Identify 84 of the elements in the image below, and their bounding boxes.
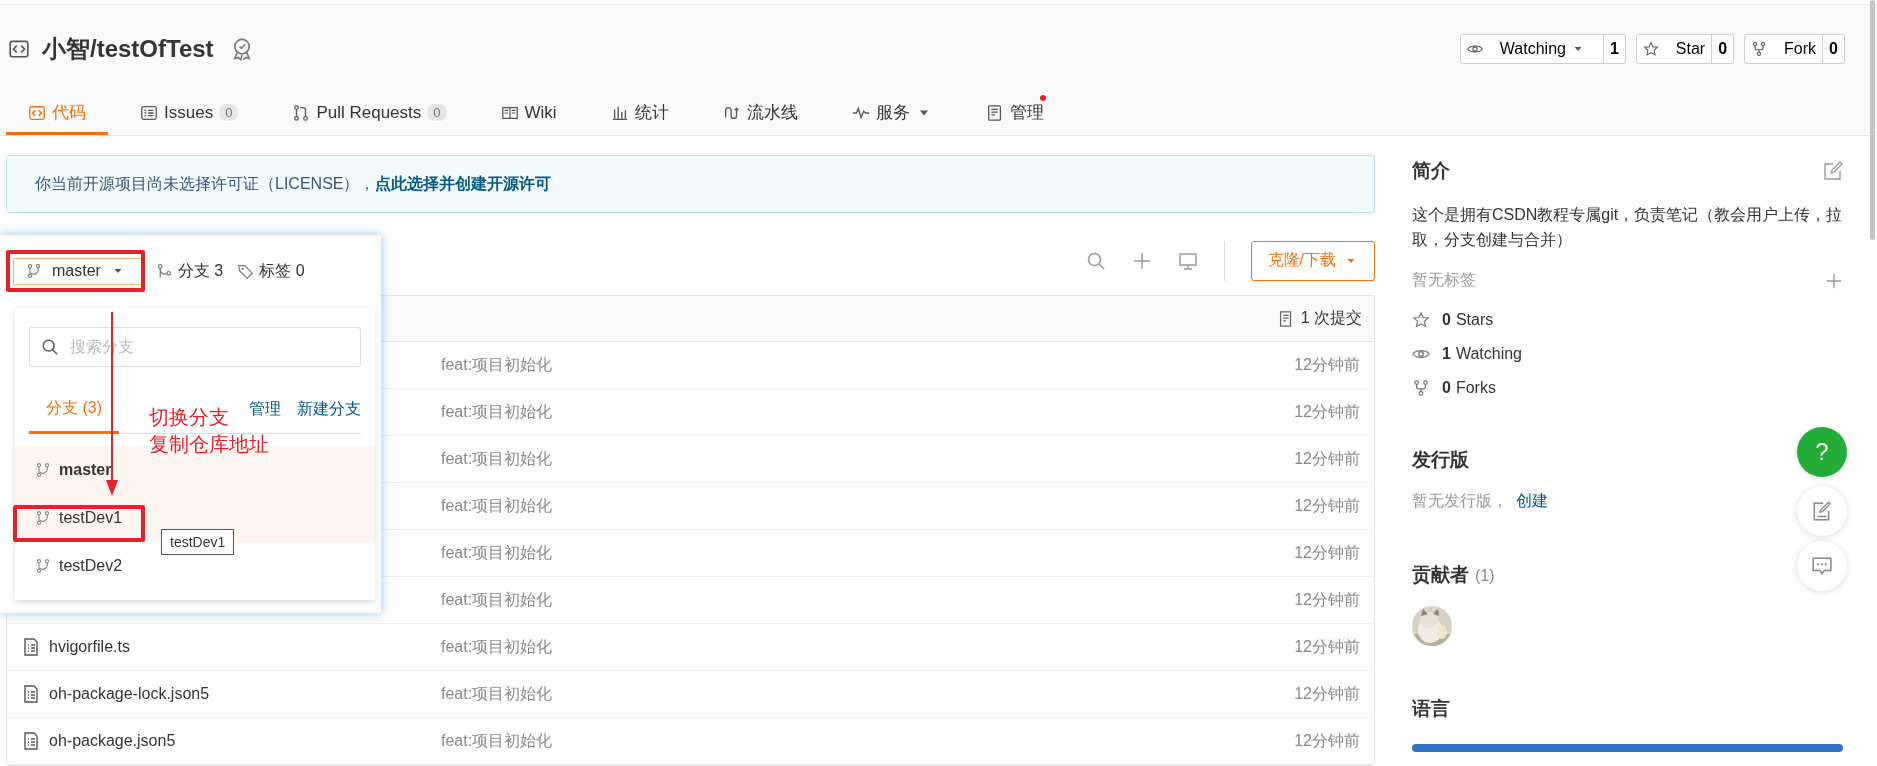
commit-message[interactable]: feat:项目初始化 [441, 542, 1295, 564]
plus-icon [1825, 271, 1843, 290]
monitor-icon [1177, 250, 1198, 271]
search-icon [41, 338, 59, 356]
count-badge: 0 [427, 104, 447, 121]
commit-message[interactable]: feat:项目初始化 [441, 730, 1295, 752]
branches-count[interactable]: 分支 3 [155, 260, 224, 282]
issues-icon [140, 103, 158, 122]
repo-tab[interactable]: Pull Requests 0 [270, 93, 469, 135]
chat-button[interactable] [1797, 541, 1847, 591]
branch-icon [35, 558, 51, 574]
file-name[interactable]: oh-package.json5 [49, 732, 176, 750]
plus-icon [1131, 250, 1152, 271]
stat-label[interactable]: 0 Forks [1442, 379, 1496, 397]
star-button[interactable]: Star 0 [1635, 34, 1735, 64]
branch-link[interactable]: 管理 [249, 398, 281, 420]
star-icon [1412, 311, 1430, 329]
releases-empty: 暂无发行版， [1412, 492, 1508, 509]
repo-tab[interactable]: 管理 [963, 93, 1066, 135]
commit-message[interactable]: feat:项目初始化 [441, 354, 1295, 376]
commit-time: 12分钟前 [1294, 542, 1360, 563]
count-badge: 0 [219, 104, 239, 121]
tags-count[interactable]: 标签 0 [237, 260, 305, 282]
file-name[interactable]: oh-package-lock.json5 [49, 685, 210, 703]
tooltip: testDev1 [161, 529, 235, 555]
fork-icon [1751, 41, 1768, 57]
file-icon [21, 637, 41, 657]
section-title: 贡献者 (1) [1412, 563, 1495, 587]
commit-message[interactable]: feat:项目初始化 [441, 589, 1295, 611]
repo-tab[interactable]: 流水线 [700, 93, 820, 135]
branch-icon [35, 462, 51, 478]
tag-icon [237, 262, 255, 280]
commit-time: 12分钟前 [1294, 495, 1360, 516]
create-link[interactable]: 创建 [1516, 492, 1548, 509]
scrollbar[interactable] [1870, 0, 1875, 240]
branch-link[interactable]: 新建分支 [297, 398, 361, 420]
repo-tab[interactable]: 服务 [829, 93, 954, 135]
repo-title: 小智/testOfTest [42, 34, 214, 64]
commit-message[interactable]: feat:项目初始化 [441, 683, 1295, 705]
commit-time: 12分钟前 [1294, 683, 1360, 704]
section-title: 发行版 [1412, 448, 1469, 472]
repo-tab[interactable]: Wiki [478, 93, 579, 135]
branch-icon [26, 263, 42, 279]
stat-label[interactable]: 1 Watching [1442, 345, 1522, 363]
star-icon [1642, 41, 1659, 57]
commit-time: 12分钟前 [1294, 448, 1360, 469]
commit-message[interactable]: feat:项目初始化 [441, 636, 1295, 658]
commit-message[interactable]: feat:项目初始化 [441, 448, 1295, 470]
code-icon [28, 103, 46, 122]
repo-description: 这个是拥有CSDN教程专属git，负责笔记（教会用户上传，拉取，分支创建与合并） [1412, 205, 1843, 250]
pulls-icon [292, 103, 311, 122]
fork-icon [1412, 379, 1430, 397]
branch-icon [35, 510, 51, 526]
repo-icon [8, 38, 30, 60]
commit-time: 12分钟前 [1294, 730, 1360, 751]
commit-time: 12分钟前 [1294, 401, 1360, 422]
license-link[interactable]: 点此选择并创建开源许可 [375, 173, 552, 195]
commit-time: 12分钟前 [1294, 636, 1360, 657]
commit-time: 12分钟前 [1294, 589, 1360, 610]
commit-message[interactable]: feat:项目初始化 [441, 495, 1295, 517]
branch-selector[interactable]: master [13, 257, 142, 285]
tags-empty: 暂无标签 [1412, 270, 1476, 290]
file-name[interactable]: hvigorfile.ts [49, 638, 130, 656]
watch-button[interactable]: Watching 1 [1459, 34, 1626, 64]
commit-message[interactable]: feat:项目初始化 [441, 401, 1295, 423]
chat-icon [1811, 555, 1833, 577]
section-title: 语言 [1412, 697, 1450, 721]
stat-label[interactable]: 0 Stars [1442, 311, 1494, 329]
file-icon [21, 731, 41, 751]
search-icon [1085, 250, 1106, 271]
fork-button[interactable]: Fork 0 [1744, 34, 1845, 64]
note-icon [1811, 500, 1833, 522]
file-icon [21, 684, 41, 704]
edit-icon [1823, 161, 1843, 181]
commit-count[interactable]: 1 次提交 [1276, 308, 1362, 329]
repo-tab[interactable]: 统计 [588, 93, 691, 135]
commit-time: 12分钟前 [1294, 354, 1360, 375]
repo-tab[interactable]: Issues 0 [118, 93, 261, 135]
admin-icon [985, 103, 1004, 122]
license-notice: 你当前开源项目尚未选择许可证（LICENSE），点此选择并创建开源许可 [6, 155, 1375, 213]
annotation-text: 切换分支 [149, 405, 229, 430]
branches-icon [155, 262, 173, 280]
section-title: 简介 [1412, 159, 1450, 183]
feedback-button[interactable] [1797, 486, 1847, 536]
